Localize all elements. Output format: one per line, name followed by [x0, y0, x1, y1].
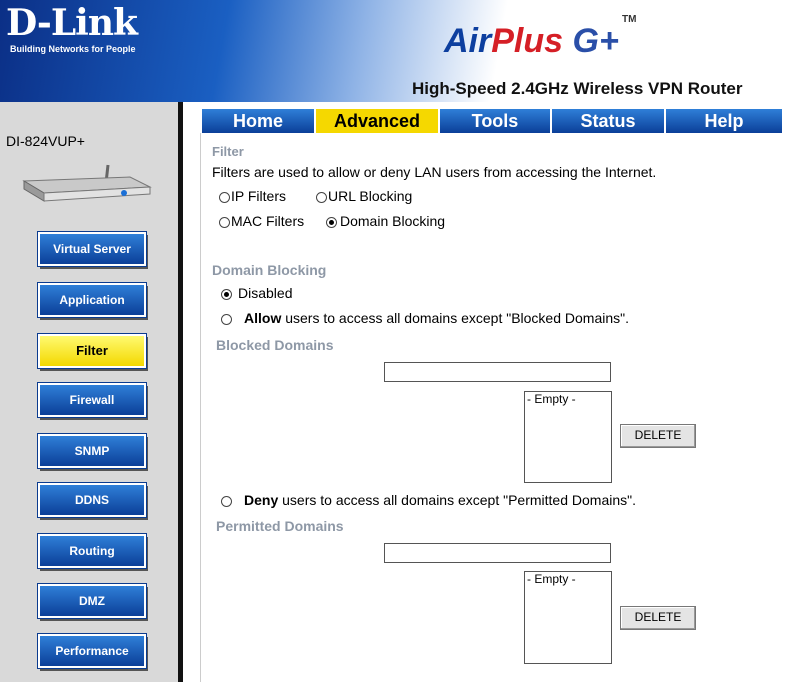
- label-domain-blocking: Domain Blocking: [340, 213, 446, 229]
- label-url-blocking: URL Blocking: [328, 188, 413, 204]
- radio-ip-filters[interactable]: [219, 192, 230, 203]
- radio-allow[interactable]: [221, 314, 232, 325]
- top-tabs: Home Advanced Tools Status Help: [202, 109, 784, 133]
- radio-domain-blocking[interactable]: [326, 217, 337, 228]
- nav-virtual-server[interactable]: Virtual Server: [38, 232, 146, 266]
- dlink-tagline: Building Networks for People: [10, 44, 136, 54]
- trademark-mark: TM: [622, 14, 637, 25]
- nav-routing[interactable]: Routing: [38, 534, 146, 568]
- permitted-domains-list[interactable]: - Empty -: [524, 571, 612, 664]
- heading-domain-blocking: Domain Blocking: [212, 262, 327, 278]
- nav-snmp[interactable]: SNMP: [38, 434, 146, 468]
- blocked-domains-list[interactable]: - Empty -: [524, 391, 612, 483]
- radio-mac-filters[interactable]: [219, 217, 230, 228]
- blocked-list-item[interactable]: - Empty -: [527, 392, 611, 406]
- permitted-domain-input[interactable]: [384, 543, 611, 563]
- nav-performance[interactable]: Performance: [38, 634, 146, 668]
- nav-filter[interactable]: Filter: [38, 334, 146, 368]
- brand-plus: Plus: [491, 22, 564, 60]
- radio-url-blocking[interactable]: [316, 192, 327, 203]
- label-deny-bold: Deny: [244, 492, 279, 508]
- dlink-logo: D-Link: [6, 2, 138, 44]
- brand-g: G+: [572, 22, 619, 60]
- radio-disabled[interactable]: [221, 289, 232, 300]
- airplus-logo: AirPlus G+: [444, 22, 619, 61]
- model-name: DI-824VUP+: [6, 133, 85, 149]
- heading-blocked-domains: Blocked Domains: [216, 337, 334, 353]
- delete-permitted-button[interactable]: DELETE: [620, 606, 696, 630]
- label-disabled: Disabled: [238, 285, 293, 301]
- nav-firewall[interactable]: Firewall: [38, 383, 146, 417]
- label-deny-text: users to access all domains except "Perm…: [282, 492, 636, 508]
- tab-home[interactable]: Home: [202, 109, 316, 133]
- sidebar-divider: [178, 102, 183, 682]
- brand-air: Air: [444, 22, 492, 60]
- delete-blocked-button[interactable]: DELETE: [620, 424, 696, 448]
- nav-ddns[interactable]: DDNS: [38, 483, 146, 517]
- nav-dmz[interactable]: DMZ: [38, 584, 146, 618]
- tab-status[interactable]: Status: [552, 109, 666, 133]
- label-mac-filters: MAC Filters: [231, 213, 305, 229]
- product-title: High-Speed 2.4GHz Wireless VPN Router: [412, 79, 743, 98]
- label-deny: Deny users to access all domains except …: [244, 492, 636, 508]
- nav-application[interactable]: Application: [38, 283, 146, 317]
- section-title-filter: Filter: [212, 144, 244, 159]
- tab-advanced[interactable]: Advanced: [316, 109, 440, 133]
- label-ip-filters: IP Filters: [231, 188, 286, 204]
- blocked-domain-input[interactable]: [384, 362, 611, 382]
- tab-help[interactable]: Help: [666, 109, 784, 133]
- permitted-list-item[interactable]: - Empty -: [527, 572, 611, 586]
- label-allow: Allow users to access all domains except…: [244, 310, 629, 326]
- heading-permitted-domains: Permitted Domains: [216, 518, 344, 534]
- radio-deny[interactable]: [221, 496, 232, 507]
- router-image: [22, 164, 152, 202]
- label-allow-bold: Allow: [244, 310, 282, 326]
- header-banner: D-Link Building Networks for People AirP…: [0, 0, 802, 102]
- label-allow-text: users to access all domains except "Bloc…: [285, 310, 629, 326]
- tab-tools[interactable]: Tools: [440, 109, 552, 133]
- filter-description: Filters are used to allow or deny LAN us…: [212, 164, 657, 180]
